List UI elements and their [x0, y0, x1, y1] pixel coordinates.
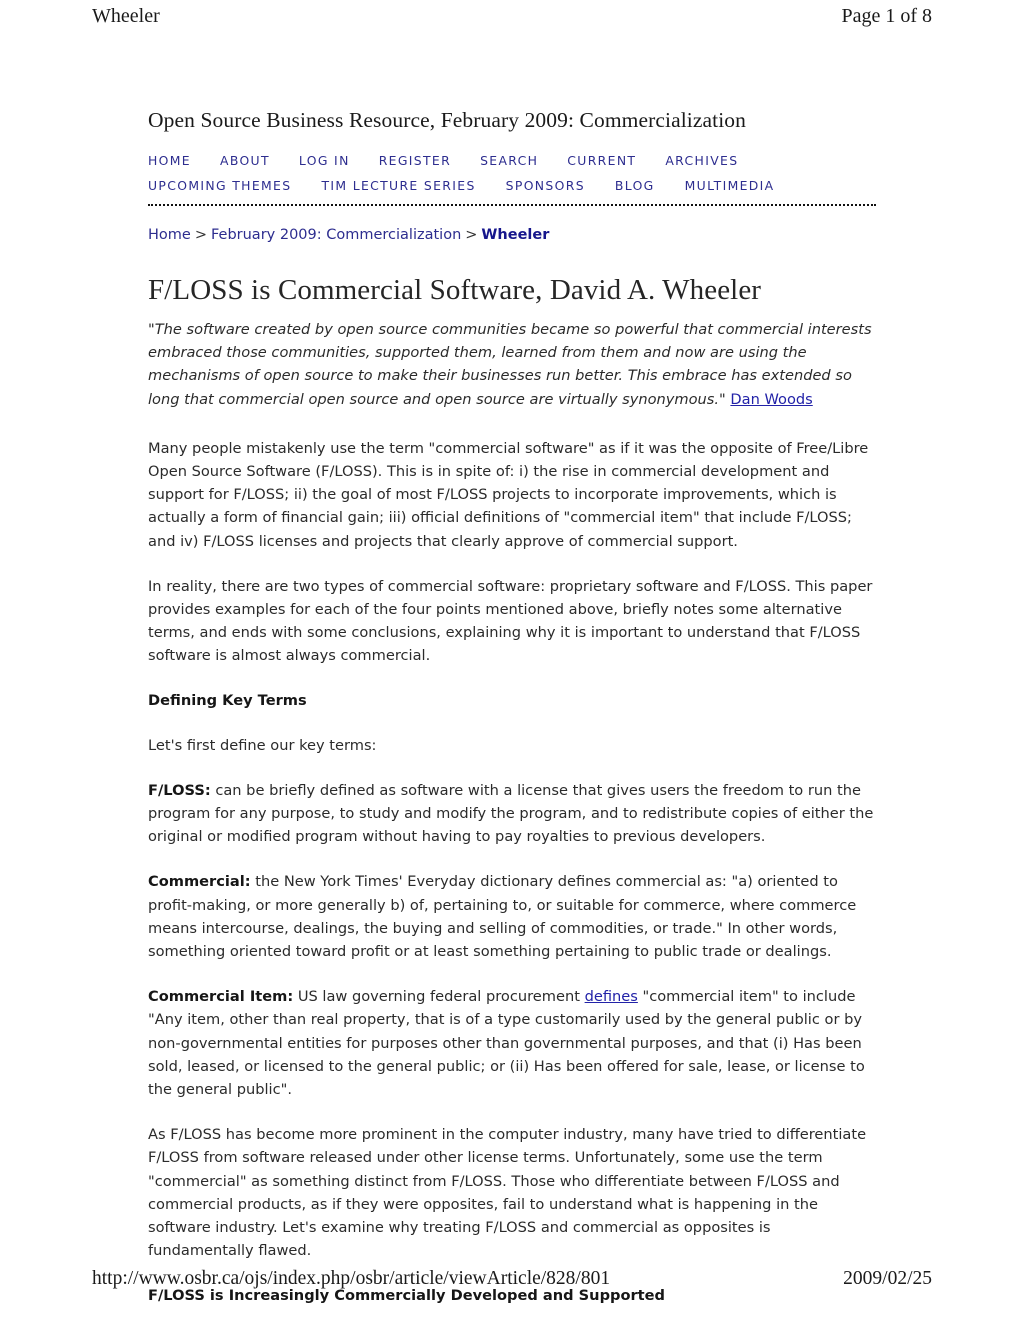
breadcrumb-item-issue[interactable]: February 2009: Commercialization	[211, 227, 461, 243]
page-content-column: Open Source Business Resource, February …	[148, 106, 876, 1329]
article-pullquote: "The software created by open source com…	[148, 318, 876, 411]
nav-dotted-divider	[148, 204, 876, 206]
print-page-footer: http://www.osbr.ca/ojs/index.php/osbr/ar…	[0, 1268, 1020, 1302]
pullquote-attribution-link[interactable]: Dan Woods	[730, 391, 812, 408]
nav-item-log-in[interactable]: LOG IN	[299, 152, 350, 170]
definition-floss: F/LOSS: can be briefly defined as softwa…	[148, 779, 876, 849]
definition-term-commercial-item: Commercial Item:	[148, 988, 294, 1006]
nav-item-about[interactable]: ABOUT	[220, 152, 270, 170]
print-header-page-number: Page 1 of 8	[841, 5, 932, 27]
nav-item-upcoming-themes[interactable]: UPCOMING THEMES	[148, 177, 291, 195]
nav-row-primary: HOME ABOUT LOG IN REGISTER SEARCH CURRENT ARCH…	[148, 152, 876, 170]
section-heading-defining-key-terms: Defining Key Terms	[148, 691, 307, 709]
article-paragraph-3: Let's first define our key terms:	[148, 736, 377, 754]
definition-text-commercial: the New York Times' Everyday dictionary …	[148, 873, 857, 961]
definition-text-commercial-item-part1: US law governing federal procurement	[293, 988, 585, 1006]
article-title: F/LOSS is Commercial Software, David A. …	[148, 274, 762, 306]
print-header-left-label: Wheeler	[92, 5, 160, 27]
nav-item-blog[interactable]: BLOG	[615, 177, 655, 195]
definition-defines-link[interactable]: defines	[585, 988, 638, 1005]
breadcrumb-separator: >	[465, 227, 478, 243]
definition-term-floss: F/LOSS:	[148, 781, 211, 799]
site-navigation: HOME ABOUT LOG IN REGISTER SEARCH CURRENT ARCH…	[148, 152, 876, 195]
print-footer-url: http://www.osbr.ca/ojs/index.php/osbr/ar…	[92, 1268, 611, 1289]
print-page-header: Wheeler Page 1 of 8	[0, 0, 1020, 36]
nav-item-tim-lecture-series[interactable]: TIM LECTURE SERIES	[321, 177, 475, 195]
definition-commercial: Commercial: the New York Times' Everyday…	[148, 870, 876, 963]
print-footer-date: 2009/02/25	[843, 1268, 932, 1289]
nav-item-search[interactable]: SEARCH	[480, 152, 538, 170]
article-paragraph-4: As F/LOSS has become more prominent in t…	[148, 1126, 867, 1260]
definition-text-floss: can be briefly defined as software with …	[148, 781, 874, 846]
definition-commercial-item: Commercial Item: US law governing federa…	[148, 985, 876, 1101]
breadcrumb: Home > February 2009: Commercialization > Wh…	[148, 226, 876, 244]
article-paragraph-1: Many people mistakenly use the term "com…	[148, 439, 869, 550]
nav-item-archives[interactable]: ARCHIVES	[665, 152, 738, 170]
definition-term-commercial: Commercial:	[148, 873, 251, 891]
breadcrumb-item-home[interactable]: Home	[148, 227, 191, 243]
breadcrumb-separator: >	[194, 227, 207, 243]
nav-item-multimedia[interactable]: MULTIMEDIA	[685, 177, 775, 195]
nav-row-secondary: UPCOMING THEMES TIM LECTURE SERIES SPONSOR…	[148, 177, 876, 195]
nav-item-current[interactable]: CURRENT	[567, 152, 636, 170]
nav-item-register[interactable]: REGISTER	[379, 152, 451, 170]
nav-item-home[interactable]: HOME	[148, 152, 191, 170]
site-title: Open Source Business Resource, February …	[148, 108, 747, 132]
breadcrumb-current-page: Wheeler	[481, 227, 550, 243]
nav-item-sponsors[interactable]: SPONSORS	[506, 177, 585, 195]
article-paragraph-2: In reality, there are two types of comme…	[148, 577, 873, 665]
